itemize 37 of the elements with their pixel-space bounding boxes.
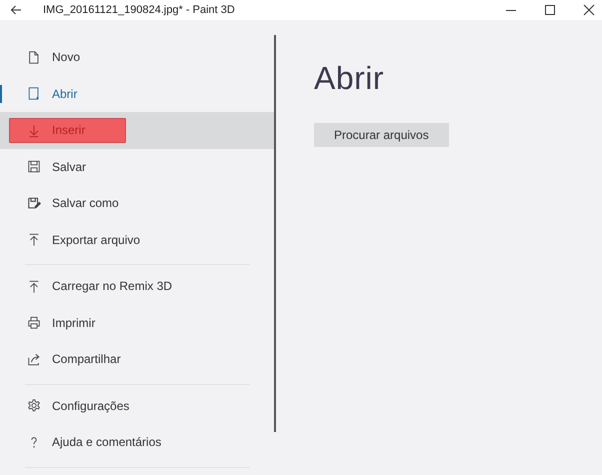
close-icon[interactable] bbox=[583, 4, 595, 16]
tablet-icon bbox=[27, 86, 41, 102]
menu-item[interactable]: Salvar como bbox=[0, 185, 274, 222]
page-heading: Abrir bbox=[314, 60, 386, 97]
menu-item-label: Configurações bbox=[52, 398, 130, 413]
menu-item[interactable]: Ajuda e comentários bbox=[0, 424, 274, 460]
menu-item-label: Novo bbox=[52, 50, 80, 64]
printer-icon bbox=[27, 315, 41, 330]
menu-item[interactable]: Salvar bbox=[0, 148, 274, 185]
menu-item[interactable]: Carregar no Remix 3D bbox=[0, 268, 274, 304]
menu-item[interactable]: Imprimir bbox=[0, 304, 274, 341]
menu-item[interactable]: Novo bbox=[0, 39, 274, 76]
share-icon bbox=[27, 352, 41, 367]
browse-files-button[interactable]: Procurar arquivos bbox=[314, 123, 449, 147]
menu-item[interactable]: Abrir bbox=[0, 76, 274, 112]
menu-item-label: Exportar arquivo bbox=[52, 232, 140, 247]
menu-item[interactable]: Configurações bbox=[0, 388, 274, 424]
floppy-pencil-icon bbox=[27, 196, 41, 211]
menu-item-label: Salvar bbox=[52, 160, 86, 174]
menu-item-label: Compartilhar bbox=[52, 352, 121, 366]
menu-item[interactable]: Exportar arquivo bbox=[0, 222, 274, 258]
upload-arrow-icon bbox=[27, 232, 41, 248]
back-icon[interactable] bbox=[10, 4, 22, 16]
upload-arrow-icon bbox=[27, 278, 41, 294]
window-title: IMG_20161121_190824.jpg* - Paint 3D bbox=[43, 4, 235, 16]
selection-indicator bbox=[0, 84, 2, 102]
menu-item-label: Imprimir bbox=[52, 316, 96, 330]
maximize-icon[interactable] bbox=[544, 4, 556, 16]
menu-item[interactable]: Compartilhar bbox=[0, 341, 274, 378]
download-arrow-icon bbox=[27, 122, 41, 138]
settings-icon bbox=[27, 398, 41, 414]
menu-item-label: Inserir bbox=[52, 123, 86, 138]
menu-item-label: Abrir bbox=[52, 86, 78, 101]
menu-item-label: Carregar no Remix 3D bbox=[52, 279, 172, 294]
menu-item-label: Salvar como bbox=[52, 196, 119, 210]
document-icon bbox=[27, 50, 41, 65]
menu-item-label: Ajuda e comentários bbox=[52, 435, 162, 450]
